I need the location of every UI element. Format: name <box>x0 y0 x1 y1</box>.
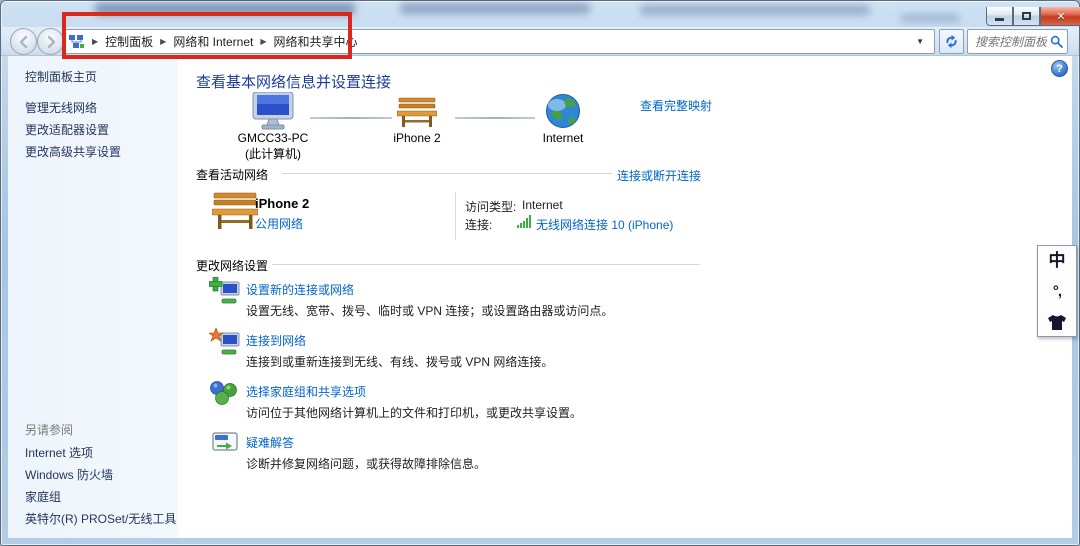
connect-to-network-icon[interactable] <box>209 328 241 356</box>
map-connector-line <box>310 117 392 119</box>
titlebar-blur-smudge <box>400 3 590 14</box>
connect-to-network-desc: 连接到或重新连接到无线、有线、拨号或 VPN 网络连接。 <box>246 353 553 370</box>
refresh-button[interactable] <box>939 29 964 54</box>
wireless-connection-link[interactable]: 无线网络连接 10 (iPhone) <box>536 216 673 233</box>
network-site-icon <box>69 35 85 49</box>
ime-punctuation-button[interactable]: °, <box>1053 285 1061 299</box>
homegroup-icon[interactable] <box>209 379 239 407</box>
refresh-icon <box>944 34 959 49</box>
sidebar-item-intel-proset[interactable]: 英特尔(R) PROSet/无线工具 <box>25 510 176 527</box>
wireless-signal-icon <box>517 215 532 228</box>
forward-arrow-icon <box>44 35 58 49</box>
internet-globe-icon[interactable] <box>545 93 581 129</box>
sidebar-see-also-header: 另请参阅 <box>25 421 73 438</box>
network-type-link[interactable]: 公用网络 <box>255 215 303 232</box>
close-button[interactable]: ✕ <box>1040 7 1080 26</box>
search-input[interactable] <box>975 35 1047 49</box>
map-node-label: GMCC33-PC <box>218 131 328 145</box>
breadcrumb-separator-icon[interactable]: ▶ <box>160 37 166 46</box>
sidebar-item-homegroup[interactable]: 家庭组 <box>25 488 61 505</box>
computer-icon[interactable] <box>248 92 298 132</box>
help-icon: ? <box>1056 63 1063 75</box>
map-node-label: Internet <box>508 131 618 145</box>
window-controls: ✕ <box>986 7 1080 26</box>
troubleshoot-desc: 诊断并修复网络问题，或获得故障排除信息。 <box>246 455 486 472</box>
back-button[interactable] <box>10 28 37 55</box>
address-bar[interactable]: ▶ 控制面板 ▶ 网络和 Internet ▶ 网络和共享中心 ▼ <box>62 29 935 54</box>
sidebar-item-manage-wireless[interactable]: 管理无线网络 <box>25 99 97 116</box>
breadcrumb-separator-icon[interactable]: ▶ <box>92 37 98 46</box>
connection-label: 连接: <box>465 216 492 233</box>
ime-chinese-mode-button[interactable]: 中 <box>1049 252 1066 269</box>
sidebar-item-windows-firewall[interactable]: Windows 防火墙 <box>25 466 113 483</box>
search-icon[interactable] <box>1050 35 1063 48</box>
close-icon: ✕ <box>1056 10 1065 23</box>
maximize-button[interactable] <box>1013 7 1040 26</box>
minimize-button[interactable] <box>986 7 1013 26</box>
map-node-label: iPhone 2 <box>362 131 472 145</box>
ime-skin-shirt-icon[interactable] <box>1048 315 1066 330</box>
sidebar-item-advanced-sharing[interactable]: 更改高级共享设置 <box>25 143 121 160</box>
active-networks-header: 查看活动网络 <box>196 166 268 183</box>
setup-new-connection-link[interactable]: 设置新的连接或网络 <box>246 281 354 298</box>
page-title: 查看基本网络信息并设置连接 <box>196 71 391 92</box>
forward-button[interactable] <box>37 28 64 55</box>
map-node-sublabel: (此计算机) <box>218 145 328 162</box>
sidebar-item-change-adapter[interactable]: 更改适配器设置 <box>25 121 109 138</box>
maximize-icon <box>1022 12 1031 20</box>
screenshot-root: ✕ ▶ 控制面板 ▶ 网络和 Internet ▶ 网络和共享中心 <box>0 0 1080 546</box>
breadcrumb-item-network-internet[interactable]: 网络和 Internet <box>173 33 253 50</box>
breadcrumb-separator-icon[interactable]: ▶ <box>260 37 266 46</box>
section-rule <box>282 173 612 174</box>
public-network-bench-icon[interactable] <box>212 190 258 232</box>
new-connection-icon[interactable] <box>209 277 241 305</box>
troubleshoot-link[interactable]: 疑难解答 <box>246 434 294 451</box>
connect-to-network-link[interactable]: 连接到网络 <box>246 332 306 349</box>
help-button[interactable]: ? <box>1051 60 1068 77</box>
address-dropdown-icon[interactable]: ▼ <box>912 37 928 46</box>
ime-language-bar: 中 °, <box>1037 245 1077 337</box>
homegroup-sharing-link[interactable]: 选择家庭组和共享选项 <box>246 383 366 400</box>
search-box <box>967 29 1068 54</box>
active-network-divider <box>455 192 456 240</box>
breadcrumb: ▶ 控制面板 ▶ 网络和 Internet ▶ 网络和共享中心 <box>69 33 358 50</box>
connect-disconnect-link[interactable]: 连接或断开连接 <box>617 167 701 184</box>
troubleshoot-icon[interactable] <box>212 432 238 454</box>
homegroup-sharing-desc: 访问位于其他网络计算机上的文件和打印机，或更改共享设置。 <box>246 404 582 421</box>
access-type-value: Internet <box>522 198 563 212</box>
titlebar-blur-smudge <box>640 5 870 15</box>
minimize-icon <box>995 18 1004 21</box>
sidebar-item-internet-options[interactable]: Internet 选项 <box>25 444 93 461</box>
bench-icon[interactable] <box>397 96 437 130</box>
access-type-label: 访问类型: <box>465 198 516 215</box>
breadcrumb-item-network-sharing-center[interactable]: 网络和共享中心 <box>274 33 358 50</box>
setup-new-connection-desc: 设置无线、宽带、拨号、临时或 VPN 连接；或设置路由器或访问点。 <box>246 302 613 319</box>
see-full-map-link[interactable]: 查看完整映射 <box>640 97 712 114</box>
network-settings-header: 更改网络设置 <box>196 257 268 274</box>
section-rule <box>272 264 700 265</box>
active-network-name: iPhone 2 <box>255 196 309 211</box>
titlebar-blur-smudge <box>95 3 355 15</box>
back-arrow-icon <box>17 35 31 49</box>
map-connector-line <box>455 117 535 119</box>
breadcrumb-item-control-panel[interactable]: 控制面板 <box>105 33 153 50</box>
titlebar-blur-smudge <box>900 14 960 22</box>
sidebar-item-control-panel-home[interactable]: 控制面板主页 <box>25 68 97 85</box>
